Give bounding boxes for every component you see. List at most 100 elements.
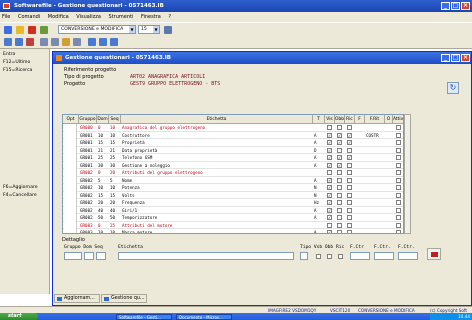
table-row[interactable]: GR002 5 5 Nome A ✓ <box>63 176 403 184</box>
vis-checkbox[interactable]: ✓ <box>327 162 332 168</box>
sort-icon[interactable] <box>73 38 81 46</box>
table-row[interactable]: GR002 15 15 Volts N ✓ <box>63 191 403 199</box>
tab-aggiornam[interactable]: Aggiornam... <box>54 294 100 303</box>
obb-checkbox[interactable] <box>337 147 342 153</box>
detail-gruppo-input[interactable] <box>64 252 82 260</box>
obb-checkbox[interactable] <box>337 177 342 183</box>
vis-checkbox[interactable]: ✓ <box>327 230 332 233</box>
row-option-input[interactable] <box>64 169 77 177</box>
grid-header-cell[interactable]: F.Rit <box>365 115 385 124</box>
folder-icon[interactable] <box>16 26 24 34</box>
grid-header-cell[interactable]: Ric <box>345 115 355 124</box>
chevron-down-icon[interactable]: ▼ <box>153 26 159 33</box>
fkey-f15[interactable]: F15=Ricerca <box>1 67 48 74</box>
vis-checkbox[interactable]: ✓ <box>327 140 332 145</box>
row-option-input[interactable] <box>64 184 77 192</box>
attivo-checkbox[interactable] <box>396 222 401 228</box>
ric-checkbox[interactable] <box>347 147 352 153</box>
table-row[interactable]: GR002 40 40 Giri/1 A ✓ <box>63 206 403 214</box>
grid-header-cell[interactable]: Obb <box>335 115 345 124</box>
table-row[interactable]: GR000 0 10 Anagrafica del gruppo elettrogen… <box>63 124 403 132</box>
detail-fctr3-input[interactable] <box>398 252 418 260</box>
vis-checkbox[interactable]: ✓ <box>327 215 332 220</box>
table-row[interactable]: GR002 10 10 Potenza N ✓ <box>63 184 403 192</box>
vis-checkbox[interactable]: ✓ <box>327 147 332 153</box>
row-option-input[interactable] <box>64 199 77 207</box>
attivo-checkbox[interactable] <box>396 177 401 183</box>
grid-header-cell[interactable]: Dom <box>97 115 109 124</box>
grid-header-cell[interactable]: Attivo <box>393 115 403 124</box>
ric-checkbox[interactable]: ✓ <box>347 132 352 138</box>
detail-obb-checkbox[interactable] <box>327 254 332 259</box>
row-option-input[interactable] <box>64 206 77 214</box>
ric-checkbox[interactable] <box>347 215 352 220</box>
row-option-input[interactable] <box>64 161 77 169</box>
filter-icon[interactable] <box>88 38 96 46</box>
minimize-icon[interactable]: _ <box>441 54 450 62</box>
obb-checkbox[interactable] <box>337 200 342 205</box>
command-combo[interactable]: CONVERSIONE e MODIFICA ▼ <box>58 25 136 34</box>
menu-file[interactable]: File <box>2 14 10 20</box>
vis-checkbox[interactable]: ✓ <box>327 177 332 183</box>
obb-checkbox[interactable] <box>337 230 342 233</box>
attivo-checkbox[interactable] <box>396 140 401 145</box>
next-icon[interactable] <box>99 38 107 46</box>
task-softwarefile[interactable]: Softwarefile - Gesti... <box>116 314 172 320</box>
table-row[interactable]: GR002 50 50 Temporizzatore A ✓ <box>63 214 403 222</box>
row-option-input[interactable] <box>64 139 77 147</box>
table-row[interactable]: GR003 0 25 Attributi del motore <box>63 221 403 229</box>
vis-checkbox[interactable]: ✓ <box>327 132 332 138</box>
attivo-checkbox[interactable] <box>396 125 401 130</box>
detail-etichetta-input[interactable] <box>118 252 294 260</box>
table-row[interactable]: GR001 30 30 Gestione a noleggio A ✓ ✓ <box>63 161 403 169</box>
close-icon[interactable]: × <box>461 54 470 62</box>
obb-checkbox[interactable]: ✓ <box>337 140 342 145</box>
ric-checkbox[interactable] <box>347 230 352 233</box>
refresh-icon[interactable] <box>40 26 48 34</box>
row-option-input[interactable] <box>64 176 77 184</box>
maximize-icon[interactable]: □ <box>451 54 460 62</box>
detail-ric-checkbox[interactable] <box>338 254 343 259</box>
vis-checkbox[interactable] <box>327 125 332 130</box>
chevron-down-icon[interactable]: ▼ <box>129 26 135 33</box>
obb-checkbox[interactable] <box>337 215 342 220</box>
obb-checkbox[interactable] <box>337 185 342 190</box>
detail-dom-input[interactable] <box>84 252 94 260</box>
start-button[interactable]: start <box>0 313 38 320</box>
table-row[interactable]: GR003 10 10 Marca motore A ✓ <box>63 229 403 233</box>
row-option-input[interactable] <box>64 191 77 199</box>
attivo-checkbox[interactable] <box>396 162 401 168</box>
row-option-input[interactable] <box>64 146 77 154</box>
row-option-input[interactable] <box>64 131 77 139</box>
grid-header-cell[interactable]: O <box>385 115 393 124</box>
obb-checkbox[interactable] <box>337 170 342 175</box>
attivo-checkbox[interactable] <box>396 170 401 175</box>
menu-strumenti[interactable]: Strumenti <box>109 14 134 20</box>
ric-checkbox[interactable] <box>347 125 352 130</box>
row-option-input[interactable] <box>64 229 77 233</box>
menu-finestra[interactable]: Finestra <box>141 14 161 20</box>
grid-icon[interactable] <box>40 38 48 46</box>
print-icon[interactable] <box>164 26 172 34</box>
menu-modifica[interactable]: Modifica <box>48 14 69 20</box>
detail-vsb-checkbox[interactable] <box>316 254 321 259</box>
vis-checkbox[interactable]: ✓ <box>327 207 332 213</box>
row-option-input[interactable] <box>64 124 77 132</box>
ric-checkbox[interactable]: ✓ <box>347 155 352 160</box>
fkey-f4[interactable]: F4=Cancellare <box>1 192 48 199</box>
vis-checkbox[interactable]: ✓ <box>327 200 332 205</box>
obb-checkbox[interactable]: ✓ <box>337 155 342 160</box>
row-option-input[interactable] <box>64 214 77 222</box>
ric-checkbox[interactable] <box>347 185 352 190</box>
grid-header-cell[interactable]: Vis <box>325 115 335 124</box>
delete-icon[interactable] <box>26 38 34 46</box>
minimize-icon[interactable]: _ <box>441 2 450 10</box>
vis-checkbox[interactable] <box>327 222 332 228</box>
close-icon[interactable]: × <box>461 2 470 10</box>
sync-icon[interactable]: ↻ <box>447 82 459 94</box>
ric-checkbox[interactable] <box>347 207 352 213</box>
ric-checkbox[interactable]: ✓ <box>347 140 352 145</box>
table-row[interactable]: GR001 21 21 Data proprietà D ✓ <box>63 146 403 154</box>
attivo-checkbox[interactable] <box>396 207 401 213</box>
detail-fctr1-input[interactable] <box>350 252 370 260</box>
